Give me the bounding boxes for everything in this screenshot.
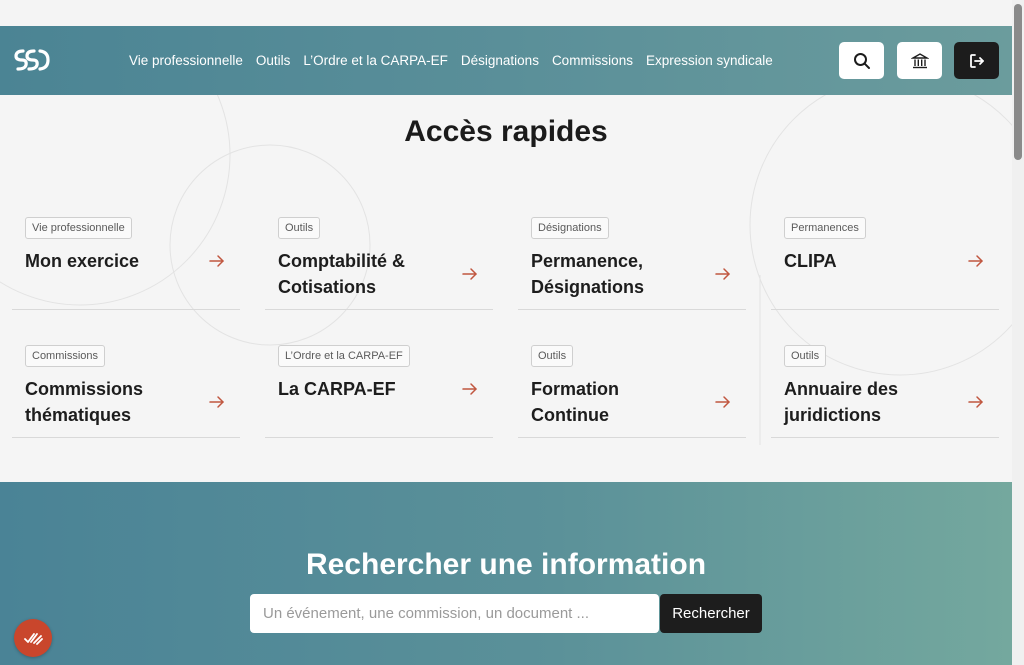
card-title: Formation Continue: [531, 379, 619, 425]
quick-card-formation[interactable]: Outils Formation Continue: [518, 345, 746, 438]
browser-top-strip: [0, 0, 1012, 26]
card-title: Commissions thématiques: [25, 379, 144, 425]
search-input[interactable]: [250, 594, 659, 633]
card-tag: Outils: [784, 345, 827, 367]
quick-card-commissions[interactable]: Commissions Commissions thématiques: [12, 345, 240, 438]
card-title: CLIPA: [784, 251, 837, 271]
card-tag: Permanences: [784, 217, 866, 239]
nav-expression-syndicale[interactable]: Expression syndicale: [646, 53, 773, 68]
nav-ordre-carpa[interactable]: L’Ordre et la CARPA-EF: [303, 53, 448, 68]
card-tag: L’Ordre et la CARPA-EF: [278, 345, 410, 367]
card-tag: Commissions: [25, 345, 106, 367]
card-tag: Désignations: [531, 217, 609, 239]
card-title: Permanence, Désignations: [531, 251, 645, 297]
courthouse-button[interactable]: [897, 42, 942, 79]
card-tag: Outils: [531, 345, 574, 367]
quick-card-mon-exercice[interactable]: Vie professionnelle Mon exercice: [12, 217, 240, 310]
site-header: Vie professionnelle Outils L’Ordre et la…: [0, 26, 1012, 95]
logout-button[interactable]: [954, 42, 999, 79]
logout-icon: [969, 53, 984, 68]
search-section: Rechercher une information Rechercher: [0, 482, 1012, 665]
arrow-right-icon: [462, 268, 477, 280]
checklist-fab-button[interactable]: [14, 619, 52, 657]
search-icon: [853, 52, 870, 69]
nav-vie-professionnelle[interactable]: Vie professionnelle: [129, 53, 243, 68]
card-title: Mon exercice: [25, 251, 140, 271]
quick-access-section: Accès rapides Vie professionnelle Mon ex…: [0, 95, 1012, 482]
courthouse-icon: [910, 52, 929, 68]
search-title: Rechercher une information: [305, 548, 707, 581]
arrow-right-icon: [968, 255, 983, 267]
search-submit-button[interactable]: Rechercher: [660, 594, 762, 633]
card-tag: Outils: [278, 217, 321, 239]
ssd-logo-icon[interactable]: [12, 46, 50, 74]
arrow-right-icon: [968, 396, 983, 408]
quick-access-title: Accès rapides: [404, 115, 608, 148]
card-tag: Vie professionnelle: [25, 217, 132, 239]
card-title: Comptabilité & Cotisations: [278, 251, 406, 297]
page-scrollbar[interactable]: [1012, 0, 1024, 665]
nav-designations[interactable]: Désignations: [461, 53, 539, 68]
arrow-right-icon: [715, 268, 730, 280]
scrollbar-thumb[interactable]: [1014, 4, 1022, 160]
quick-card-carpa-ef[interactable]: L’Ordre et la CARPA-EF La CARPA-EF: [265, 345, 493, 438]
nav-outils[interactable]: Outils: [256, 53, 291, 68]
card-title: Annuaire des juridictions: [784, 379, 899, 425]
checklist-icon: [24, 633, 43, 645]
arrow-right-icon: [715, 396, 730, 408]
search-button[interactable]: [839, 42, 884, 79]
arrow-right-icon: [209, 396, 224, 408]
quick-card-annuaire[interactable]: Outils Annuaire des juridictions: [771, 345, 999, 438]
arrow-right-icon: [462, 383, 477, 395]
arrow-right-icon: [209, 255, 224, 267]
nav-commissions[interactable]: Commissions: [552, 53, 633, 68]
quick-card-comptabilite[interactable]: Outils Comptabilité & Cotisations: [265, 217, 493, 310]
quick-card-clipa[interactable]: Permanences CLIPA: [771, 217, 999, 310]
quick-card-permanence[interactable]: Désignations Permanence, Désignations: [518, 217, 746, 310]
main-nav: Vie professionnelle Outils L’Ordre et la…: [129, 26, 773, 95]
card-title: La CARPA-EF: [278, 379, 396, 399]
